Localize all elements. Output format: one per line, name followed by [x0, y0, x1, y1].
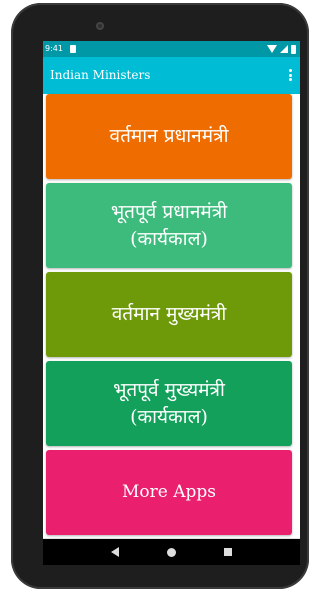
former-cm-button[interactable]: भूतपूर्व मुख्यमंत्री (कार्यकाल): [46, 361, 292, 446]
screen: 9:41 Indian Ministers वर्तमान प्रधानमंत्…: [43, 41, 300, 565]
card-label: More Apps: [122, 482, 216, 502]
card-label: भूतपूर्व प्रधानमंत्री (कार्यकाल): [110, 200, 228, 250]
nav-bar: [43, 539, 300, 565]
signal-icon: [280, 45, 288, 53]
back-icon[interactable]: [111, 547, 119, 557]
phone-frame: 9:41 Indian Ministers वर्तमान प्रधानमंत्…: [11, 3, 309, 589]
battery-icon: [291, 44, 296, 54]
menu-dot: [288, 73, 292, 77]
current-cm-button[interactable]: वर्तमान मुख्यमंत्री: [46, 272, 292, 357]
wifi-icon: [267, 45, 277, 53]
status-icons: [267, 41, 296, 57]
more-vert-icon[interactable]: [286, 67, 294, 83]
card-label: वर्तमान प्रधानमंत्री: [109, 125, 229, 147]
former-pm-button[interactable]: भूतपूर्व प्रधानमंत्री (कार्यकाल): [46, 183, 292, 268]
home-icon[interactable]: [167, 547, 176, 557]
app-bar: Indian Ministers: [43, 57, 300, 94]
status-time: 9:41: [45, 44, 63, 53]
camera-icon: [96, 22, 104, 30]
sim-icon: [70, 45, 76, 53]
more-apps-button[interactable]: More Apps: [46, 450, 292, 535]
menu-dot: [288, 78, 292, 81]
current-pm-button[interactable]: वर्तमान प्रधानमंत्री: [46, 94, 292, 179]
status-bar: 9:41: [43, 41, 300, 57]
card-label: भूतपूर्व मुख्यमंत्री (कार्यकाल): [113, 378, 225, 428]
card-label: वर्तमान मुख्यमंत्री: [111, 303, 227, 325]
menu-dot: [288, 69, 292, 72]
app-title: Indian Ministers: [50, 68, 151, 82]
recents-icon[interactable]: [224, 548, 232, 556]
